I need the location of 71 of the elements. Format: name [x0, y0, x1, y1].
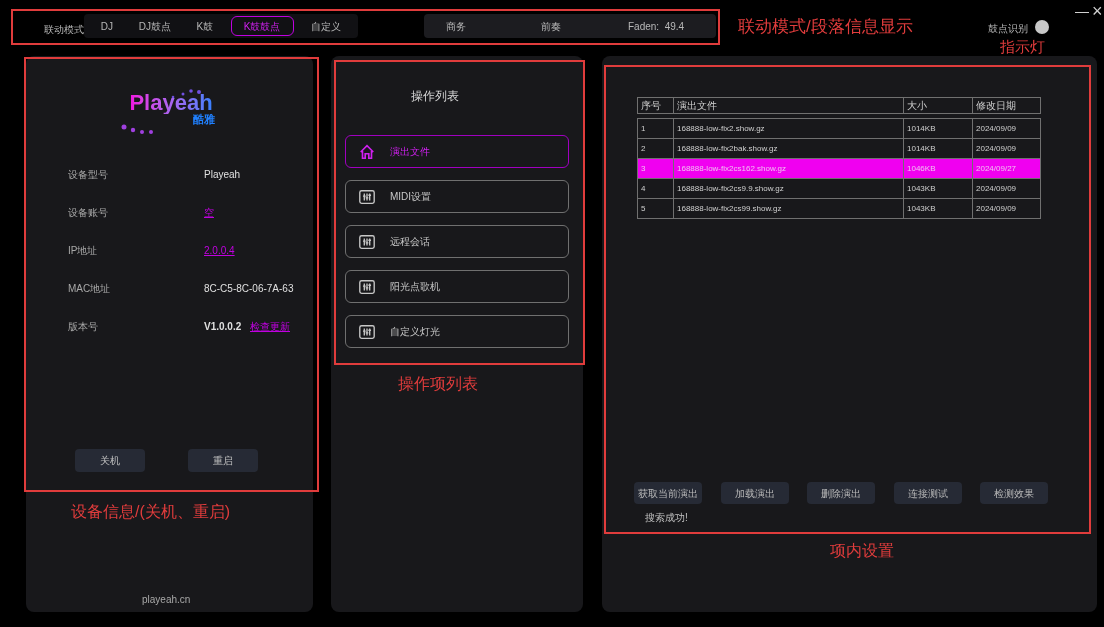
mode-tab[interactable]: DJ [92, 16, 122, 36]
annotation-label: 项内设置 [830, 543, 894, 559]
panel-title: 操作列表 [411, 88, 459, 105]
mode-tab[interactable]: 自定义 [303, 16, 350, 36]
mode-tab[interactable]: K鼓 [188, 16, 222, 36]
status-message: 搜索成功! [645, 511, 688, 525]
action-button[interactable]: 连接测试 [893, 482, 962, 504]
annotation-label: 设备信息/(关机、重启) [71, 504, 231, 520]
table-cell-text: 2 [640, 142, 647, 155]
indicator-label: 鼓点识别 [988, 22, 1028, 36]
minimize-button[interactable]: — [1075, 4, 1089, 18]
check-update-link[interactable]: 检查更新 [250, 319, 290, 334]
logo-subtitle: 酷雅 [193, 114, 215, 125]
table-cell: 168888-low-fix2cs162.show.gz [673, 159, 903, 178]
sliders-icon [358, 232, 376, 251]
column-header: 大小 [903, 98, 972, 113]
operation-item[interactable]: 远程会话 [345, 225, 569, 258]
sliders-icon [358, 187, 376, 206]
table-cell: 1043KB [903, 199, 972, 218]
table-cell-text: 5 [640, 202, 647, 215]
field-value: V1.0.0.2 [204, 320, 242, 334]
field-value-link[interactable]: 2.0.0.4 [204, 243, 235, 258]
table-cell: 2024/09/09 [972, 179, 1042, 198]
shutdown-button[interactable]: 关机 [75, 449, 145, 472]
action-button[interactable]: 检测效果 [980, 482, 1048, 504]
table-cell: 168888-low-fix2.show.gz [673, 119, 903, 138]
action-button[interactable]: 获取当前演出 [634, 482, 702, 504]
website-text: playeah.cn [142, 593, 191, 607]
table-cell-text: 1 [640, 122, 647, 135]
field-value-link[interactable]: 空 [204, 205, 214, 220]
column-header: 修改日期 [972, 98, 1042, 113]
operation-item[interactable]: MIDI设置 [345, 180, 569, 213]
mode-tab[interactable]: K鼓鼓点 [230, 16, 294, 36]
table-cell: 2024/09/27 [972, 159, 1042, 178]
annotation-label: 操作项列表 [398, 376, 478, 392]
sliders-icon [358, 277, 376, 296]
field-value: Playeah [204, 168, 241, 182]
segment-info-text: 前奏 [541, 19, 561, 34]
annotation-label: 联动模式/段落信息显示 [738, 18, 913, 35]
table-cell: 168888-low-fix2cs9.9.show.gz [673, 179, 903, 198]
operation-item[interactable]: 自定义灯光 [345, 315, 569, 348]
segment-info-text: Faden: 49.4 [628, 19, 685, 34]
column-header: 序号 [640, 99, 662, 113]
logo-wordmark: Playeah [129, 92, 213, 114]
mode-tab[interactable]: DJ鼓点 [130, 16, 179, 36]
table-cell-text: 3 [640, 162, 647, 175]
action-button[interactable]: 删除演出 [807, 482, 875, 504]
action-button[interactable]: 加载演出 [720, 482, 789, 504]
segment-info-text: 商务 [446, 19, 466, 34]
mode-label: 联动模式 [44, 23, 84, 37]
field-label: 设备账号 [68, 206, 108, 220]
field-label: 版本号 [68, 320, 98, 334]
column-header: 演出文件 [673, 98, 903, 113]
operation-item[interactable]: 演出文件 [345, 135, 569, 168]
field-value: 8C-C5-8C-06-7A-63 [204, 282, 294, 296]
table-cell: 2024/09/09 [972, 119, 1042, 138]
field-label: MAC地址 [68, 282, 111, 296]
operation-item[interactable]: 阳光点歌机 [345, 270, 569, 303]
close-button[interactable]: × [1092, 2, 1103, 20]
table-cell-text: 4 [640, 182, 647, 195]
table-cell: 2024/09/09 [972, 199, 1042, 218]
sliders-icon [358, 322, 376, 341]
restart-button[interactable]: 重启 [188, 449, 258, 472]
field-label: 设备型号 [68, 168, 108, 182]
annotation-label: 指示灯 [1000, 39, 1045, 54]
table-cell: 1014KB [903, 119, 972, 138]
field-label: IP地址 [68, 244, 98, 258]
table-cell: 168888-low-fix2cs99.show.gz [673, 199, 903, 218]
home-icon [358, 142, 376, 161]
table-cell: 1046KB [903, 159, 972, 178]
table-cell: 1043KB [903, 179, 972, 198]
